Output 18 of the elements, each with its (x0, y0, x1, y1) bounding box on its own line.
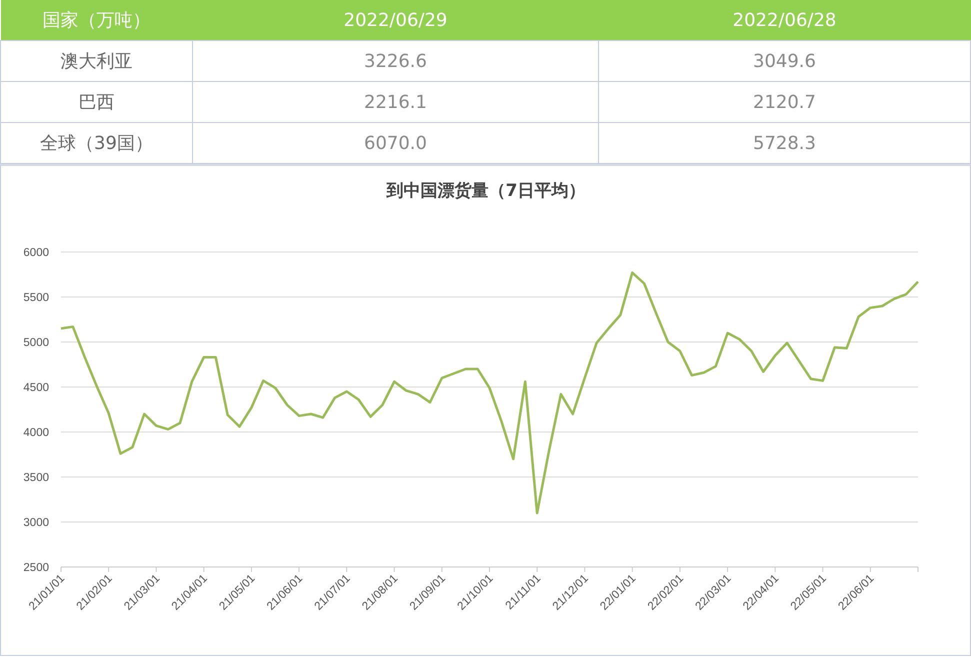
chart-title: 到中国漂货量（7日平均） (386, 181, 586, 201)
y-tick-label: 2500 (23, 562, 49, 574)
y-tick-label: 3500 (23, 472, 49, 484)
y-tick-label: 5000 (23, 337, 49, 349)
y-tick-label: 3000 (23, 517, 49, 529)
y-tick-label: 6000 (23, 247, 49, 259)
y-tick-label: 4000 (23, 427, 49, 439)
column-header: 2022/06/28 (598, 0, 970, 40)
table-cell: 2216.1 (192, 82, 598, 122)
column-header: 2022/06/29 (192, 0, 598, 40)
column-header: 国家（万吨） (0, 0, 192, 40)
table-cell: 3049.6 (598, 40, 970, 82)
table-cell: 3226.6 (192, 40, 598, 82)
table-cell: 2120.7 (598, 82, 970, 122)
y-tick-label: 4500 (23, 382, 49, 394)
table-cell: 澳大利亚 (0, 40, 192, 82)
y-tick-label: 5500 (23, 292, 49, 304)
table-cell: 巴西 (0, 82, 192, 122)
